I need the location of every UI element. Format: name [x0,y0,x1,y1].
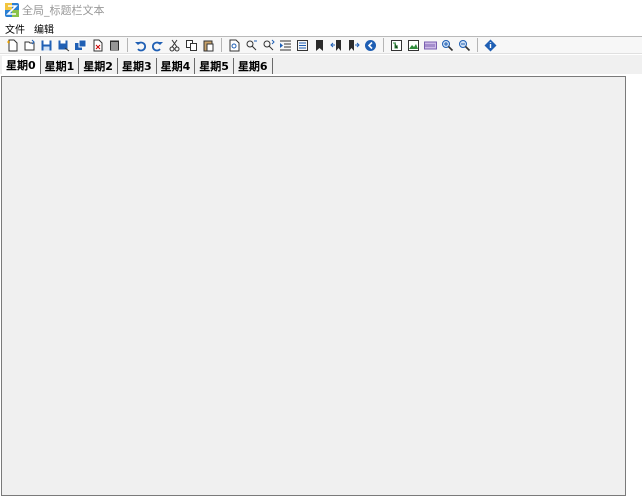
next-bookmark-icon [348,39,360,51]
save-all-icon [74,39,86,50]
save-as-icon [58,40,69,51]
tab-6[interactable]: 星期6 [234,58,273,74]
close-icon [93,39,102,51]
info-button[interactable] [482,37,498,53]
undo-icon [134,41,146,51]
tab-3[interactable]: 星期3 [118,58,157,74]
menu-bar: 文件 编辑 [0,20,642,36]
zoom-out-icon [458,39,470,51]
new-icon [6,39,17,51]
toolbar [0,36,642,54]
indent-button[interactable] [277,37,293,53]
title-bar: 全局_标题栏文本 [0,0,642,20]
toolbar-separator [477,38,478,52]
outdent-icon [296,39,308,51]
copy-button[interactable] [183,37,199,53]
print-icon [109,40,119,50]
prev-bookmark-button[interactable] [328,37,344,53]
back-button[interactable] [362,37,378,53]
indent-icon [279,40,291,50]
find-next-icon [263,39,275,50]
find-button[interactable] [226,37,242,53]
window-title: 全局_标题栏文本 [22,4,105,17]
hex-icon [423,41,437,49]
next-bookmark-button[interactable] [345,37,361,53]
back-icon [364,39,376,51]
copy-icon [185,39,197,51]
zoom-out-button[interactable] [456,37,472,53]
paste-button[interactable] [200,37,216,53]
toolbar-separator [127,38,128,52]
tab-0[interactable]: 星期0 [2,56,41,74]
cut-icon [169,39,179,51]
tab-2[interactable]: 星期2 [79,58,118,74]
undo-button[interactable] [132,37,148,53]
hex-button[interactable] [422,37,438,53]
image-icon [407,39,419,51]
replace-icon [246,40,257,50]
cut-button[interactable] [166,37,182,53]
open-icon [24,39,35,50]
info-icon [484,39,496,51]
replace-button[interactable] [243,37,259,53]
save-button[interactable] [38,37,54,53]
menu-edit[interactable]: 编辑 [34,21,54,36]
toolbar-separator [221,38,222,52]
redo-button[interactable] [149,37,165,53]
toolbar-separator [383,38,384,52]
paste-icon [203,40,213,51]
bookmark-button[interactable] [311,37,327,53]
app-icon [5,3,19,17]
redo-icon [151,41,163,51]
bookmark-icon [315,39,323,51]
zoom-in-button[interactable] [439,37,455,53]
print-button[interactable] [106,37,122,53]
save-all-button[interactable] [72,37,88,53]
save-as-button[interactable] [55,37,71,53]
tab-4[interactable]: 星期4 [157,58,196,74]
image-button[interactable] [405,37,421,53]
tree-button[interactable] [388,37,404,53]
find-next-button[interactable] [260,37,276,53]
tab-bar: 星期0 星期1 星期2 星期3 星期4 星期5 星期6 [0,55,642,74]
new-button[interactable] [4,37,20,53]
prev-bookmark-icon [329,39,341,51]
outdent-button[interactable] [294,37,310,53]
tab-1[interactable]: 星期1 [41,58,80,74]
menu-file[interactable]: 文件 [5,21,25,36]
client-area[interactable] [1,76,626,496]
zoom-in-icon [441,39,453,51]
find-icon [229,39,239,51]
open-button[interactable] [21,37,37,53]
close-button[interactable] [89,37,105,53]
tab-5[interactable]: 星期5 [195,58,234,74]
save-icon [41,40,51,50]
tree-icon [390,39,402,51]
